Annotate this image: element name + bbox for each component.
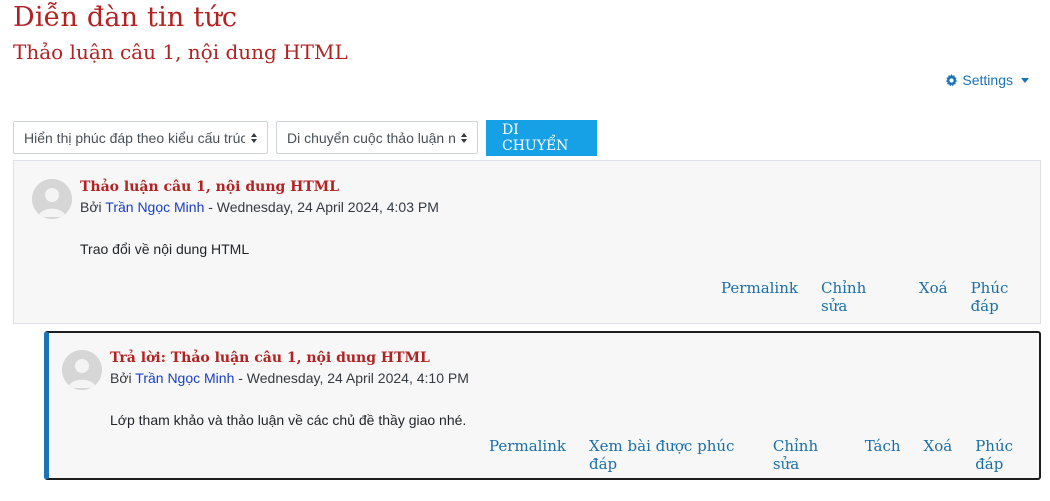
- delete-link[interactable]: Xoá: [924, 437, 953, 473]
- select-arrows-icon: [251, 132, 257, 143]
- by-label: Bởi: [80, 199, 102, 215]
- avatar[interactable]: [62, 350, 102, 390]
- display-mode-value: Hiển thị phúc đáp theo kiểu cấu trúc: [24, 129, 245, 146]
- by-label: Bởi: [110, 370, 132, 386]
- edit-link[interactable]: Chỉnh sửa: [821, 279, 896, 315]
- post-subject[interactable]: Thảo luận câu 1, nội dung HTML: [80, 179, 339, 195]
- post-body: Trao đổi về nội dung HTML: [80, 241, 250, 257]
- permalink-link[interactable]: Permalink: [721, 279, 798, 315]
- author-link[interactable]: Trần Ngọc Minh: [105, 199, 204, 215]
- post-date: - Wednesday, 24 April 2024, 4:03 PM: [204, 199, 439, 215]
- move-discussion-value: Di chuyển cuộc thảo luận này: [287, 129, 455, 146]
- avatar[interactable]: [32, 179, 72, 219]
- post-meta: Bởi Trần Ngọc Minh - Wednesday, 24 April…: [110, 370, 469, 386]
- settings-menu[interactable]: Settings: [945, 72, 1029, 88]
- move-discussion-select[interactable]: Di chuyển cuộc thảo luận này: [276, 121, 478, 154]
- reply-link[interactable]: Phúc đáp: [975, 437, 1039, 473]
- user-icon: [62, 350, 102, 390]
- post-actions: Permalink Xem bài được phúc đáp Chỉnh sử…: [489, 437, 1039, 473]
- reply-link[interactable]: Phúc đáp: [971, 279, 1040, 315]
- author-link[interactable]: Trần Ngọc Minh: [135, 370, 234, 386]
- forum-post: Thảo luận câu 1, nội dung HTML Bởi Trần …: [13, 160, 1041, 324]
- settings-label: Settings: [962, 72, 1013, 88]
- post-subject[interactable]: Trả lời: Thảo luận câu 1, nội dung HTML: [110, 350, 430, 366]
- forum-reply-post: Trả lời: Thảo luận câu 1, nội dung HTML …: [44, 331, 1041, 480]
- post-actions: Permalink Chỉnh sửa Xoá Phúc đáp: [721, 279, 1040, 315]
- discussion-title: Thảo luận câu 1, nội dung HTML: [13, 40, 348, 64]
- edit-link[interactable]: Chỉnh sửa: [773, 437, 842, 473]
- split-link[interactable]: Tách: [865, 437, 901, 473]
- post-meta: Bởi Trần Ngọc Minh - Wednesday, 24 April…: [80, 199, 439, 215]
- user-icon: [32, 179, 72, 219]
- post-date: - Wednesday, 24 April 2024, 4:10 PM: [234, 370, 469, 386]
- delete-link[interactable]: Xoá: [919, 279, 948, 315]
- page-title: Diễn đàn tin tức: [13, 2, 238, 33]
- display-mode-select[interactable]: Hiển thị phúc đáp theo kiểu cấu trúc: [13, 121, 268, 154]
- move-button[interactable]: DI CHUYỂN: [486, 120, 597, 156]
- chevron-down-icon: [1021, 77, 1029, 83]
- permalink-link[interactable]: Permalink: [489, 437, 566, 473]
- post-body: Lớp tham khảo và thảo luận về các chủ đề…: [110, 412, 467, 428]
- gear-icon: [946, 73, 958, 86]
- discussion-toolbar: Hiển thị phúc đáp theo kiểu cấu trúc Di …: [13, 120, 597, 156]
- view-parent-link[interactable]: Xem bài được phúc đáp: [589, 437, 750, 473]
- select-arrows-icon: [461, 132, 467, 143]
